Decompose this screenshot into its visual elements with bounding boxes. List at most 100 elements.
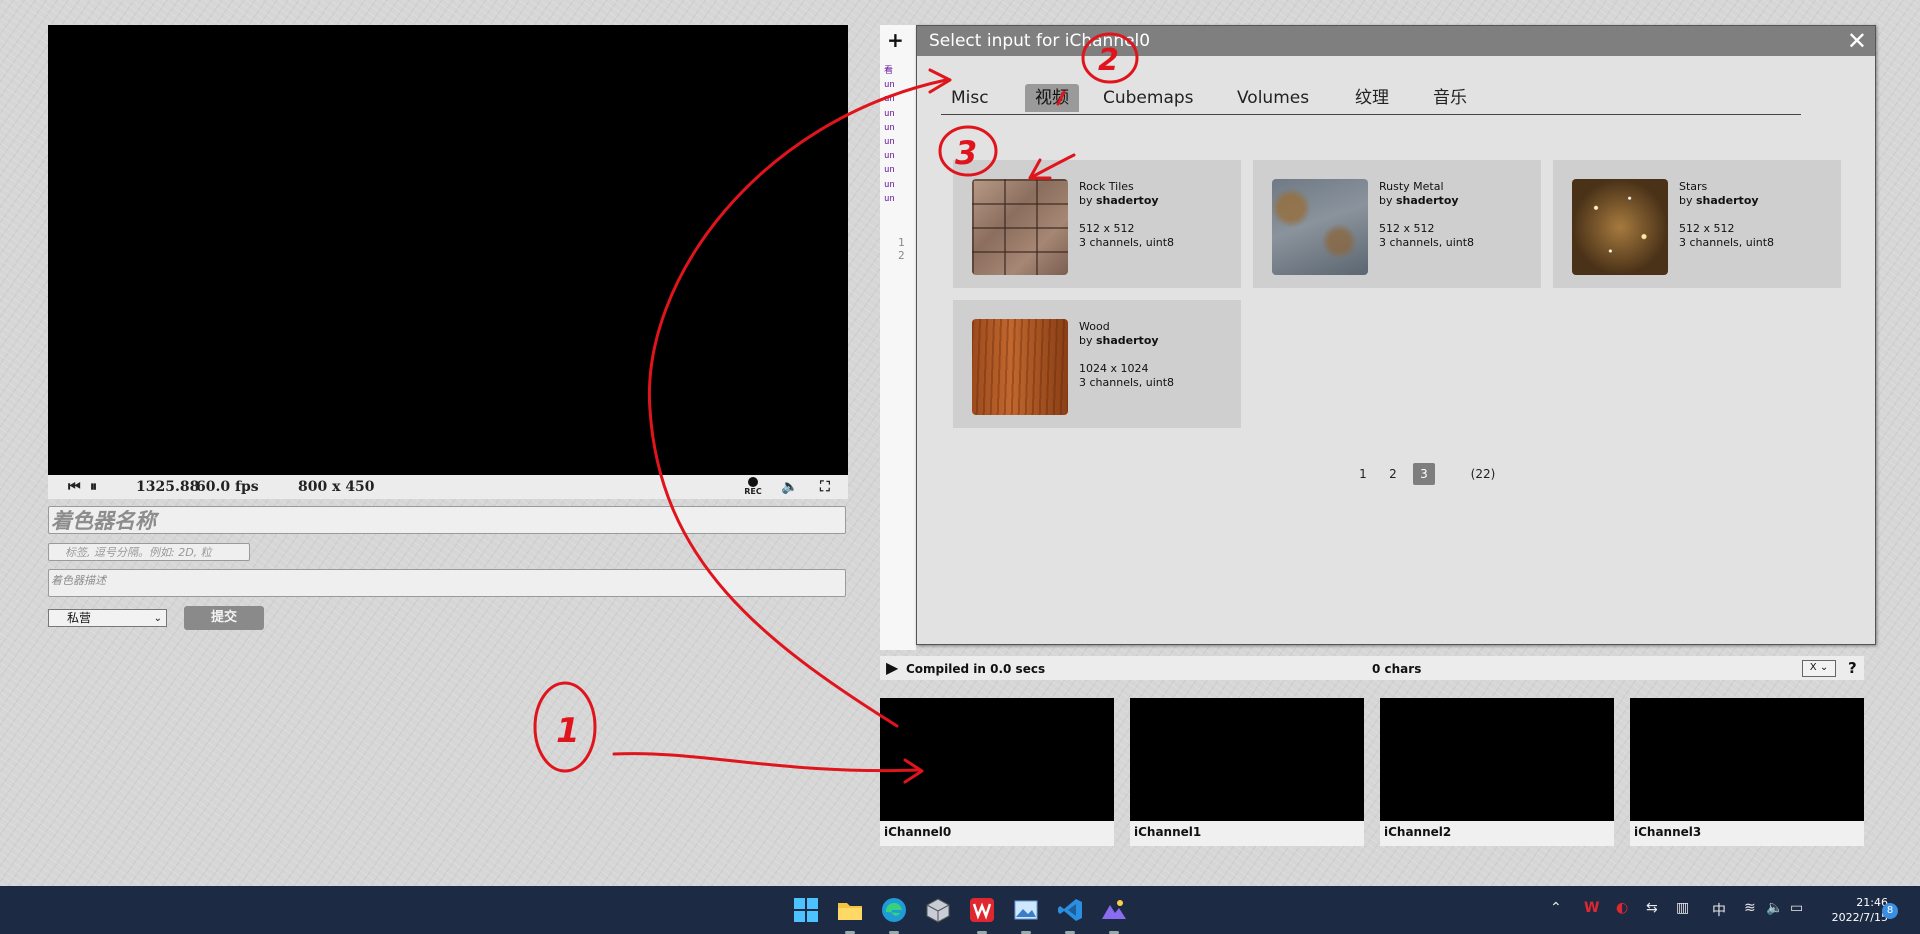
close-icon[interactable]: ✕ (1847, 27, 1867, 55)
rock-tiles-thumbnail (972, 179, 1068, 275)
item-format: 3 channels, uint8 (1679, 236, 1775, 249)
windows-start-icon[interactable] (792, 896, 820, 924)
edge-browser-icon[interactable] (880, 896, 908, 934)
battery-icon[interactable]: ▭ (1790, 900, 1803, 916)
line-numbers: 1 2 (898, 236, 905, 262)
speaker-icon[interactable]: 🔈 (1766, 900, 1783, 916)
wps-office-icon[interactable] (968, 896, 996, 934)
wifi-icon[interactable]: ≋ (1744, 900, 1756, 916)
notification-badge[interactable]: 8 (1882, 903, 1898, 919)
annotation-circle-1 (533, 681, 597, 773)
channel-slot-0[interactable]: iChannel0 (880, 698, 1114, 846)
wps-tray-icon[interactable]: W (1584, 900, 1599, 916)
channel-preview[interactable] (880, 698, 1114, 821)
chevron-up-icon[interactable]: ⌃ (1550, 900, 1562, 916)
privacy-select[interactable]: 私营 ⌄ (48, 609, 167, 627)
channel-label: iChannel0 (880, 821, 1114, 846)
item-author: shadertoy (1096, 334, 1159, 347)
channel-slot-3[interactable]: iChannel3 (1630, 698, 1864, 846)
item-by: by (1079, 334, 1093, 347)
item-size: 1024 x 1024 (1079, 362, 1149, 375)
antivirus-tray-icon[interactable]: ◐ (1616, 900, 1628, 916)
tab-volumes[interactable]: Volumes (1227, 84, 1319, 112)
dialog-titlebar[interactable]: Select input for iChannel0 ✕ (917, 26, 1875, 56)
channel-preview[interactable] (1380, 698, 1614, 821)
resolution-display: 800 x 450 (298, 479, 375, 495)
item-by: by (1679, 194, 1693, 207)
item-name: Stars (1679, 180, 1708, 193)
input-card-rock-tiles[interactable]: Rock Tiles by shadertoy 512 x 512 3 chan… (953, 160, 1241, 288)
input-card-wood[interactable]: Wood by shadertoy 1024 x 1024 3 channels… (953, 300, 1241, 428)
ime-indicator[interactable]: 中 (1712, 900, 1726, 920)
item-name: Rusty Metal (1379, 180, 1444, 193)
code-line: un (884, 179, 895, 190)
shader-description-input[interactable]: 着色器描述 (48, 569, 846, 597)
select-input-dialog: Select input for iChannel0 ✕ Misc 视频 Cub… (916, 25, 1876, 645)
fps-display: 60.0 fps (196, 479, 259, 495)
line-number: 1 (898, 236, 905, 249)
tab-video[interactable]: 视频 (1025, 84, 1079, 112)
app-mountain-icon[interactable] (1100, 896, 1128, 934)
code-line: un (884, 137, 895, 148)
code-line: un (884, 80, 895, 91)
item-size: 512 x 512 (1379, 222, 1435, 235)
code-line: un (884, 165, 895, 176)
fullscreen-icon[interactable]: ⛶ (820, 479, 830, 495)
play-triangle-icon[interactable]: ▶ (886, 658, 898, 677)
input-card-rusty-metal[interactable]: Rusty Metal by shadertoy 512 x 512 3 cha… (1253, 160, 1541, 288)
network-adapter-icon[interactable]: ⇆ (1646, 900, 1658, 916)
code-line: un (884, 193, 895, 204)
editor-mode-select[interactable]: X ⌄ (1802, 660, 1836, 677)
page-3-link[interactable]: 3 (1413, 463, 1435, 485)
volume-icon[interactable]: 🔈 (781, 479, 798, 495)
page-2-link[interactable]: 2 (1382, 463, 1404, 485)
input-card-stars[interactable]: Stars by shadertoy 512 x 512 3 channels,… (1553, 160, 1841, 288)
annotation-arrow-1 (612, 752, 922, 773)
tab-cubemaps[interactable]: Cubemaps (1093, 84, 1204, 112)
pause-icon[interactable]: ⏸ (90, 479, 97, 495)
rewind-icon[interactable]: ⏮ (68, 479, 81, 495)
stars-thumbnail (1572, 179, 1668, 275)
submit-button[interactable]: 提交 (184, 606, 264, 630)
shader-canvas[interactable] (48, 25, 848, 475)
image-viewer-icon[interactable] (1012, 896, 1040, 934)
total-count: (22) (1470, 467, 1496, 481)
wood-thumbnail (972, 319, 1068, 415)
app-cube-icon[interactable] (924, 896, 952, 924)
shader-name-input[interactable]: 着色器名称 (48, 506, 846, 534)
help-icon[interactable]: ? (1848, 659, 1857, 677)
code-line: 看 (884, 66, 894, 76)
channel-label: iChannel2 (1380, 821, 1614, 846)
channel-slot-1[interactable]: iChannel1 (1130, 698, 1364, 846)
compile-status: Compiled in 0.0 secs (906, 662, 1046, 676)
channel-label: iChannel3 (1630, 821, 1864, 846)
player-controls: ⏮ ⏸ 1325.88 60.0 fps 800 x 450 REC 🔈 ⛶ (48, 475, 848, 499)
add-tab-icon[interactable]: + (887, 28, 904, 52)
code-line: un (884, 108, 895, 119)
channel-preview[interactable] (1630, 698, 1864, 821)
record-icon (748, 477, 758, 487)
editor-code-snippet: 看 un un un un un un un un un (884, 64, 895, 206)
item-by: by (1079, 194, 1093, 207)
page-1-link[interactable]: 1 (1352, 463, 1374, 485)
tags-input[interactable]: 标签, 逗号分隔。例如: 2D, 粒 (48, 543, 250, 561)
code-line: un (884, 122, 895, 133)
record-button[interactable]: REC (742, 477, 764, 496)
item-author: shadertoy (1696, 194, 1759, 207)
code-line: un (884, 151, 895, 162)
item-name: Wood (1079, 320, 1110, 333)
chevron-down-icon: ⌄ (153, 613, 162, 624)
system-clock[interactable]: 21:46 2022/7/15 (1822, 895, 1888, 925)
vscode-icon[interactable] (1056, 896, 1084, 934)
item-format: 3 channels, uint8 (1379, 236, 1475, 249)
privacy-select-value: 私营 (67, 611, 92, 625)
item-size: 512 x 512 (1079, 222, 1135, 235)
channel-slot-2[interactable]: iChannel2 (1380, 698, 1614, 846)
tab-textures[interactable]: 纹理 (1345, 84, 1399, 112)
windows-taskbar: ⌃ W ◐ ⇆ ▥ 中 ≋ 🔈 ▭ 21:46 2022/7/15 8 (0, 886, 1920, 934)
channel-preview[interactable] (1130, 698, 1364, 821)
file-explorer-icon[interactable] (836, 896, 864, 934)
tab-music[interactable]: 音乐 (1423, 84, 1477, 112)
tab-misc[interactable]: Misc (941, 84, 999, 112)
performance-tray-icon[interactable]: ▥ (1676, 900, 1689, 916)
